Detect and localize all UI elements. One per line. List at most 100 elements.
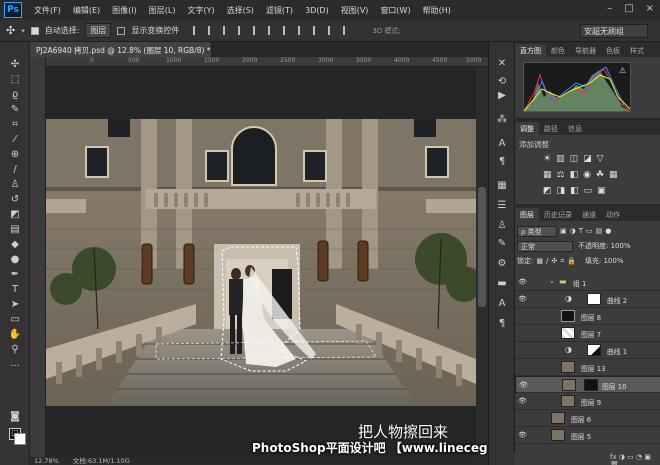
maximize-button[interactable]: □ <box>624 3 633 14</box>
invert-icon[interactable]: ◩ <box>543 186 552 196</box>
brush-panel-icon[interactable]: ✎ <box>495 238 509 250</box>
lasso-tool-icon[interactable]: ϱ <box>7 88 23 102</box>
layer-row[interactable]: 👁 ⌄ ▬ 组 1 <box>515 274 660 291</box>
auto-select-target-dropdown[interactable]: 图层 <box>85 23 112 38</box>
layer-row[interactable]: 👁 ◑ 曲线 2 <box>515 291 660 308</box>
notes-icon[interactable]: A <box>495 298 509 310</box>
distribute-left-icon[interactable] <box>328 26 337 35</box>
clone-source-icon[interactable]: ♙ <box>495 220 509 232</box>
wedding-photo-image[interactable] <box>46 119 476 406</box>
histogram-warning-icon[interactable]: ⚠ <box>619 66 626 75</box>
filter-toggle-icon[interactable]: ● <box>605 227 611 235</box>
layer-row[interactable]: 图层 13 <box>515 359 660 376</box>
align-top-icon[interactable] <box>238 26 247 35</box>
paragraph-icon[interactable]: ¶ <box>495 156 509 168</box>
exposure-icon[interactable]: ◪ <box>583 154 592 164</box>
lock-all-icon[interactable]: 🔒 <box>567 257 576 265</box>
type-tool-icon[interactable]: T <box>7 283 23 297</box>
character-icon[interactable]: A <box>495 138 509 150</box>
blend-mode-dropdown[interactable]: 正常 <box>517 240 573 252</box>
menu-3d[interactable]: 3D(D) <box>299 6 335 15</box>
marquee-tool-icon[interactable]: ⬚ <box>7 73 23 87</box>
color-balance-icon[interactable]: ⚖ <box>557 170 565 180</box>
tool-preset-chevron-icon[interactable]: ▾ <box>21 27 25 35</box>
tab-styles[interactable]: 样式 <box>625 44 649 57</box>
tab-swatches[interactable]: 色板 <box>601 44 625 57</box>
menu-file[interactable]: 文件(F) <box>28 5 67 16</box>
menu-view[interactable]: 视图(V) <box>335 5 375 16</box>
tab-actions[interactable]: 动作 <box>601 208 625 221</box>
photo-filter-icon[interactable]: ◉ <box>583 170 591 180</box>
layer-row[interactable]: 👁 图层 9 <box>515 393 660 410</box>
layer-thumbnail[interactable] <box>551 412 565 424</box>
tab-channels[interactable]: 通道 <box>577 208 601 221</box>
layer-filter-dropdown[interactable]: ρ 类型 <box>517 225 557 237</box>
menu-layer[interactable]: 图层(L) <box>143 5 182 16</box>
minimize-button[interactable]: – <box>607 3 612 14</box>
layer-row[interactable]: 👁 图层 5 <box>515 427 660 444</box>
screen-mode-icon[interactable]: ▢ <box>7 426 23 440</box>
canvas-vertical-scrollbar[interactable] <box>476 67 488 457</box>
filter-adjust-icon[interactable]: ◑ <box>570 227 576 235</box>
threshold-icon[interactable]: ◧ <box>570 186 579 196</box>
tab-adjustments[interactable]: 调整 <box>515 122 539 135</box>
layer-mask-thumbnail[interactable] <box>584 379 598 391</box>
properties-icon[interactable]: ▦ <box>495 180 509 192</box>
fill-field[interactable]: 填充: 100% <box>585 256 624 266</box>
layer-thumbnail[interactable] <box>562 379 576 391</box>
distribute-center-icon[interactable] <box>298 26 307 35</box>
visibility-eye-icon[interactable]: 👁 <box>518 278 527 286</box>
curves-icon[interactable]: ◫ <box>570 154 579 164</box>
align-vcenter-icon[interactable] <box>253 26 262 35</box>
menu-edit[interactable]: 编辑(E) <box>67 5 106 16</box>
hand-tool-icon[interactable]: ✋ <box>7 328 23 342</box>
tool-presets-icon[interactable]: ⚙ <box>495 258 509 270</box>
layer-thumbnail[interactable] <box>561 310 575 322</box>
layer-thumbnail[interactable] <box>551 429 565 441</box>
lock-transparency-icon[interactable]: ▦ <box>536 257 543 265</box>
shape-tool-icon[interactable]: ▭ <box>7 313 23 327</box>
collapse-panels-icon[interactable]: ✕ <box>495 58 509 70</box>
layer-row[interactable]: 图层 7 <box>515 325 660 342</box>
posterize-icon[interactable]: ◨ <box>557 186 566 196</box>
zoom-tool-icon[interactable]: ⚲ <box>7 343 23 357</box>
crop-tool-icon[interactable]: ⌗ <box>7 118 23 132</box>
glyphs-icon[interactable]: ☰ <box>495 200 509 212</box>
layer-mask-thumbnail[interactable] <box>587 293 601 305</box>
layer-row[interactable]: 图层 8 <box>515 308 660 325</box>
zoom-level[interactable]: 12.78% <box>34 457 59 465</box>
layer-row-selected[interactable]: 👁 图层 10 <box>515 376 660 393</box>
document-tab[interactable]: PJ2A6940 拷贝.psd @ 12.8% (图层 10, RGB/8) *… <box>30 42 225 57</box>
distribute-bottom-icon[interactable] <box>313 26 322 35</box>
close-button[interactable]: × <box>646 3 654 14</box>
channel-mixer-icon[interactable]: ☘ <box>596 170 604 180</box>
visibility-eye-icon[interactable]: 👁 <box>519 381 528 389</box>
tab-paths[interactable]: 路径 <box>539 122 563 135</box>
filter-shape-icon[interactable]: ▭ <box>586 227 593 235</box>
layer-row[interactable]: 图层 6 <box>515 410 660 427</box>
distribute-right-icon[interactable] <box>343 26 352 35</box>
hue-saturation-icon[interactable]: ▦ <box>543 170 552 180</box>
actions-icon[interactable]: ▶ <box>495 90 509 102</box>
brightness-icon[interactable]: ☀ <box>543 154 551 164</box>
brush-tool-icon[interactable]: / <box>7 163 23 177</box>
levels-icon[interactable]: ▥ <box>556 154 565 164</box>
move-tool-icon[interactable]: ✣ <box>7 58 23 72</box>
more-tools-icon[interactable]: ··· <box>7 360 23 374</box>
selective-color-icon[interactable]: ▣ <box>597 186 606 196</box>
visibility-eye-icon[interactable]: 👁 <box>518 431 527 439</box>
lock-move-icon[interactable]: ✣ <box>551 257 557 265</box>
align-left-icon[interactable] <box>193 26 202 35</box>
layer-mask-thumbnail[interactable] <box>587 344 601 356</box>
eraser-tool-icon[interactable]: ◩ <box>7 208 23 222</box>
layer-thumbnail[interactable] <box>561 395 575 407</box>
layer-thumbnail[interactable] <box>561 361 575 373</box>
quick-mask-icon[interactable]: ◙ <box>7 410 23 424</box>
layer-thumbnail[interactable] <box>561 327 575 339</box>
filter-pixel-icon[interactable]: ▣ <box>560 227 567 235</box>
tab-info[interactable]: 信息 <box>563 122 587 135</box>
auto-select-checkbox[interactable] <box>30 26 39 35</box>
group-chevron-icon[interactable]: ⌄ <box>549 277 555 285</box>
menu-window[interactable]: 窗口(W) <box>374 5 416 16</box>
lock-paint-icon[interactable]: / <box>546 257 548 265</box>
